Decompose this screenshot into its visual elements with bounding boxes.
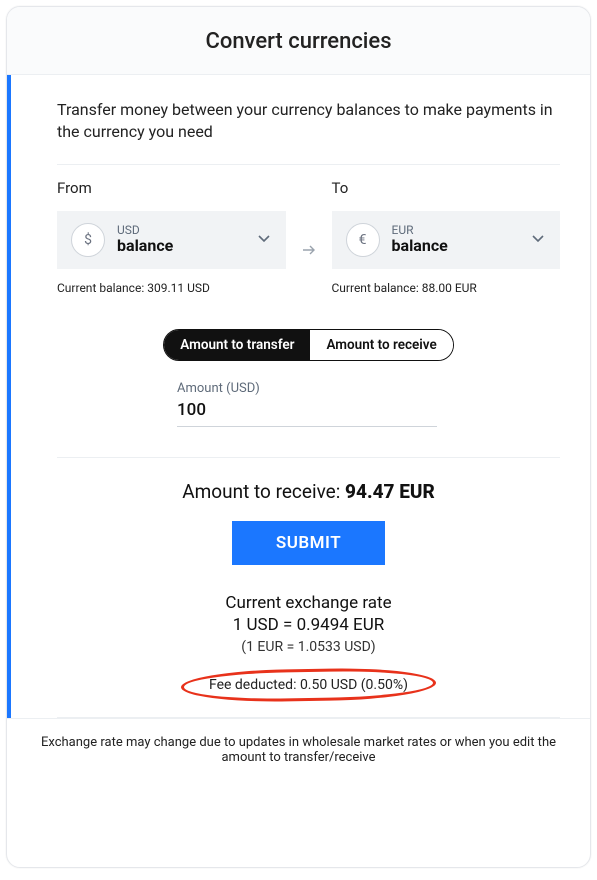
rate-main: 1 USD = 0.9494 EUR (57, 615, 560, 635)
receive-value: 94.47 EUR (345, 480, 435, 503)
tab-amount-to-transfer[interactable]: Amount to transfer (164, 330, 310, 360)
rate-title: Current exchange rate (57, 593, 560, 613)
to-balance-word: balance (392, 237, 519, 255)
rate-sub: (1 EUR = 1.0533 USD) (57, 639, 560, 655)
card-body: Transfer money between your currency bal… (7, 75, 590, 867)
from-selector-text: USD balance (117, 224, 244, 256)
from-balance-word: balance (117, 237, 244, 255)
submit-button[interactable]: SUBMIT (232, 521, 385, 565)
segmented-control: Amount to transfer Amount to receive (57, 329, 560, 361)
to-currency-code: EUR (392, 224, 519, 238)
exchange-rate-block: Current exchange rate 1 USD = 0.9494 EUR… (57, 593, 560, 655)
to-selector-text: EUR balance (392, 224, 519, 256)
convert-currencies-card: Convert currencies Transfer money betwee… (6, 6, 591, 868)
dollar-icon: $ (71, 223, 105, 257)
from-label: From (57, 179, 286, 197)
from-column: From $ USD balance Current balance: 309.… (57, 179, 286, 295)
main-panel: Transfer money between your currency bal… (7, 75, 590, 718)
fee-text: Fee deducted: 0.50 USD (0.50%) (209, 677, 408, 693)
amount-label: Amount (USD) (177, 381, 437, 396)
page-title: Convert currencies (7, 7, 590, 75)
amount-to-receive-line: Amount to receive: 94.47 EUR (57, 480, 560, 503)
euro-icon: € (346, 223, 380, 257)
chevron-down-icon (530, 230, 546, 250)
arrow-right-icon (300, 241, 318, 263)
from-current-balance: Current balance: 309.11 USD (57, 281, 286, 295)
intro-text: Transfer money between your currency bal… (57, 99, 560, 144)
chevron-down-icon (256, 230, 272, 250)
to-currency-selector[interactable]: € EUR balance (332, 211, 561, 269)
tab-amount-to-receive[interactable]: Amount to receive (310, 330, 452, 360)
disclaimer-text: Exchange rate may change due to updates … (7, 718, 590, 781)
receive-prefix: Amount to receive: (182, 480, 345, 503)
from-to-row: From $ USD balance Current balance: 309.… (57, 165, 560, 295)
from-currency-code: USD (117, 224, 244, 238)
from-currency-selector[interactable]: $ USD balance (57, 211, 286, 269)
amount-field-group: Amount (USD) (177, 381, 437, 427)
amount-input[interactable] (177, 398, 437, 427)
to-current-balance: Current balance: 88.00 EUR (332, 281, 561, 295)
to-label: To (332, 179, 561, 197)
divider (57, 457, 560, 458)
fee-deducted: Fee deducted: 0.50 USD (0.50%) (189, 673, 428, 697)
to-column: To € EUR balance Current balance: 88.00 … (332, 179, 561, 295)
